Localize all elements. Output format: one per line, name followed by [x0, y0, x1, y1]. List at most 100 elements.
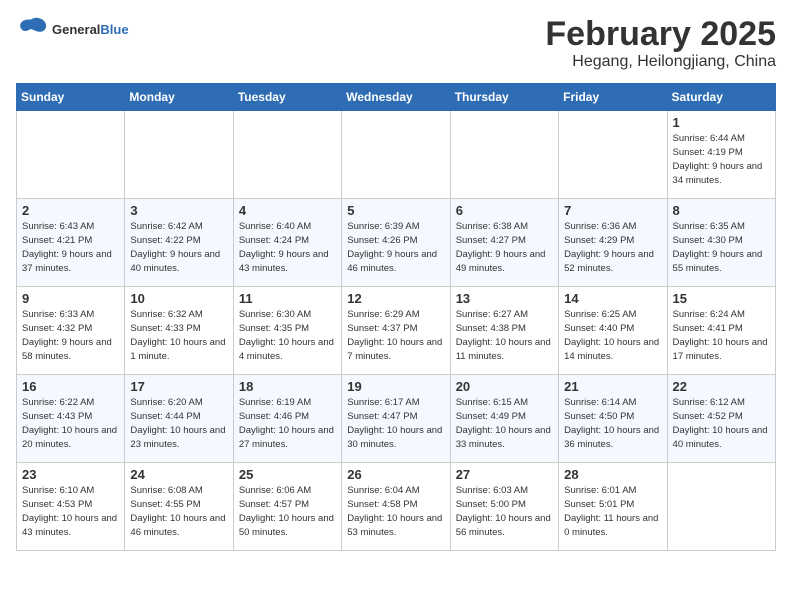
day-number: 24: [130, 467, 227, 482]
day-number: 13: [456, 291, 553, 306]
day-info: Sunrise: 6:08 AM Sunset: 4:55 PM Dayligh…: [130, 484, 227, 539]
day-info: Sunrise: 6:19 AM Sunset: 4:46 PM Dayligh…: [239, 396, 336, 451]
table-row: [17, 111, 125, 199]
day-info: Sunrise: 6:06 AM Sunset: 4:57 PM Dayligh…: [239, 484, 336, 539]
day-number: 21: [564, 379, 661, 394]
calendar-week-row: 2 Sunrise: 6:43 AM Sunset: 4:21 PM Daylig…: [17, 199, 776, 287]
day-info: Sunrise: 6:20 AM Sunset: 4:44 PM Dayligh…: [130, 396, 227, 451]
day-info: Sunrise: 6:04 AM Sunset: 4:58 PM Dayligh…: [347, 484, 444, 539]
day-info: Sunrise: 6:10 AM Sunset: 4:53 PM Dayligh…: [22, 484, 119, 539]
table-row: 15 Sunrise: 6:24 AM Sunset: 4:41 PM Dayli…: [667, 287, 775, 375]
day-number: 27: [456, 467, 553, 482]
table-row: 11Sunrise: 6:30 AM Sunset: 4:35 PM Dayli…: [233, 287, 341, 375]
calendar-table: Sunday Monday Tuesday Wednesday Thursday…: [16, 83, 776, 551]
day-number: 16: [22, 379, 119, 394]
table-row: [450, 111, 558, 199]
day-info: Sunrise: 6:35 AM Sunset: 4:30 PM Dayligh…: [673, 220, 770, 275]
day-number: 10: [130, 291, 227, 306]
day-number: 9: [22, 291, 119, 306]
table-row: 10 Sunrise: 6:32 AM Sunset: 4:33 PM Dayli…: [125, 287, 233, 375]
table-row: 22 Sunrise: 6:12 AM Sunset: 4:52 PM Dayli…: [667, 375, 775, 463]
day-info: Sunrise: 6:40 AM Sunset: 4:24 PM Dayligh…: [239, 220, 336, 275]
calendar-title: February 2025: [545, 16, 776, 53]
table-row: 1 Sunrise: 6:44 AM Sunset: 4:19 PM Daylig…: [667, 111, 775, 199]
header-friday: Friday: [559, 84, 667, 111]
calendar-title-area: February 2025 Hegang, Heilongjiang, Chin…: [545, 16, 776, 71]
table-row: 18 Sunrise: 6:19 AM Sunset: 4:46 PM Dayli…: [233, 375, 341, 463]
day-number: 8: [673, 203, 770, 218]
table-row: 21 Sunrise: 6:14 AM Sunset: 4:50 PM Dayli…: [559, 375, 667, 463]
day-number: 5: [347, 203, 444, 218]
calendar-header-row: Sunday Monday Tuesday Wednesday Thursday…: [17, 84, 776, 111]
table-row: 14 Sunrise: 6:25 AM Sunset: 4:40 PM Dayli…: [559, 287, 667, 375]
table-row: 26 Sunrise: 6:04 AM Sunset: 4:58 PM Dayli…: [342, 463, 450, 551]
day-info: Sunrise: 6:42 AM Sunset: 4:22 PM Dayligh…: [130, 220, 227, 275]
day-info: Sunrise: 6:24 AM Sunset: 4:41 PM Dayligh…: [673, 308, 770, 363]
day-number: 7: [564, 203, 661, 218]
table-row: 27 Sunrise: 6:03 AM Sunset: 5:00 PM Dayli…: [450, 463, 558, 551]
header-sunday: Sunday: [17, 84, 125, 111]
day-number: 22: [673, 379, 770, 394]
table-row: [559, 111, 667, 199]
day-number: 12: [347, 291, 444, 306]
calendar-subtitle: Hegang, Heilongjiang, China: [545, 53, 776, 71]
day-info: Sunrise: 6:29 AM Sunset: 4:37 PM Dayligh…: [347, 308, 444, 363]
table-row: [667, 463, 775, 551]
day-number: 26: [347, 467, 444, 482]
day-number: 17: [130, 379, 227, 394]
day-info: Sunrise: 6:17 AM Sunset: 4:47 PM Dayligh…: [347, 396, 444, 451]
calendar-week-row: 23Sunrise: 6:10 AM Sunset: 4:53 PM Dayli…: [17, 463, 776, 551]
table-row: 28 Sunrise: 6:01 AM Sunset: 5:01 PM Dayli…: [559, 463, 667, 551]
table-row: 20 Sunrise: 6:15 AM Sunset: 4:49 PM Dayli…: [450, 375, 558, 463]
table-row: 13 Sunrise: 6:27 AM Sunset: 4:38 PM Dayli…: [450, 287, 558, 375]
day-info: Sunrise: 6:43 AM Sunset: 4:21 PM Dayligh…: [22, 220, 119, 275]
day-number: 19: [347, 379, 444, 394]
day-info: Sunrise: 6:12 AM Sunset: 4:52 PM Dayligh…: [673, 396, 770, 451]
day-info: Sunrise: 6:32 AM Sunset: 4:33 PM Dayligh…: [130, 308, 227, 363]
day-number: 28: [564, 467, 661, 482]
table-row: 17 Sunrise: 6:20 AM Sunset: 4:44 PM Dayli…: [125, 375, 233, 463]
day-number: 6: [456, 203, 553, 218]
logo-bird-icon: [16, 16, 48, 44]
table-row: 7 Sunrise: 6:36 AM Sunset: 4:29 PM Daylig…: [559, 199, 667, 287]
logo-text: GeneralBlue: [52, 22, 129, 38]
logo: GeneralBlue: [16, 16, 129, 44]
table-row: 25 Sunrise: 6:06 AM Sunset: 4:57 PM Dayli…: [233, 463, 341, 551]
table-row: 5Sunrise: 6:39 AM Sunset: 4:26 PM Daylig…: [342, 199, 450, 287]
table-row: 2 Sunrise: 6:43 AM Sunset: 4:21 PM Daylig…: [17, 199, 125, 287]
day-info: Sunrise: 6:01 AM Sunset: 5:01 PM Dayligh…: [564, 484, 661, 539]
day-number: 25: [239, 467, 336, 482]
day-info: Sunrise: 6:38 AM Sunset: 4:27 PM Dayligh…: [456, 220, 553, 275]
table-row: 8 Sunrise: 6:35 AM Sunset: 4:30 PM Daylig…: [667, 199, 775, 287]
table-row: 4 Sunrise: 6:40 AM Sunset: 4:24 PM Daylig…: [233, 199, 341, 287]
day-number: 2: [22, 203, 119, 218]
header-thursday: Thursday: [450, 84, 558, 111]
table-row: 9Sunrise: 6:33 AM Sunset: 4:32 PM Daylig…: [17, 287, 125, 375]
table-row: 3Sunrise: 6:42 AM Sunset: 4:22 PM Daylig…: [125, 199, 233, 287]
table-row: 6 Sunrise: 6:38 AM Sunset: 4:27 PM Daylig…: [450, 199, 558, 287]
table-row: 12 Sunrise: 6:29 AM Sunset: 4:37 PM Dayli…: [342, 287, 450, 375]
day-info: Sunrise: 6:27 AM Sunset: 4:38 PM Dayligh…: [456, 308, 553, 363]
day-info: Sunrise: 6:22 AM Sunset: 4:43 PM Dayligh…: [22, 396, 119, 451]
table-row: [342, 111, 450, 199]
day-info: Sunrise: 6:14 AM Sunset: 4:50 PM Dayligh…: [564, 396, 661, 451]
day-info: Sunrise: 6:15 AM Sunset: 4:49 PM Dayligh…: [456, 396, 553, 451]
day-info: Sunrise: 6:25 AM Sunset: 4:40 PM Dayligh…: [564, 308, 661, 363]
table-row: 23Sunrise: 6:10 AM Sunset: 4:53 PM Dayli…: [17, 463, 125, 551]
day-info: Sunrise: 6:44 AM Sunset: 4:19 PM Dayligh…: [673, 132, 770, 187]
calendar-week-row: 16 Sunrise: 6:22 AM Sunset: 4:43 PM Dayli…: [17, 375, 776, 463]
table-row: 19 Sunrise: 6:17 AM Sunset: 4:47 PM Dayli…: [342, 375, 450, 463]
day-number: 18: [239, 379, 336, 394]
day-number: 14: [564, 291, 661, 306]
day-info: Sunrise: 6:36 AM Sunset: 4:29 PM Dayligh…: [564, 220, 661, 275]
day-info: Sunrise: 6:03 AM Sunset: 5:00 PM Dayligh…: [456, 484, 553, 539]
day-number: 20: [456, 379, 553, 394]
day-info: Sunrise: 6:30 AM Sunset: 4:35 PM Dayligh…: [239, 308, 336, 363]
day-number: 1: [673, 115, 770, 130]
header-monday: Monday: [125, 84, 233, 111]
day-number: 15: [673, 291, 770, 306]
day-number: 4: [239, 203, 336, 218]
table-row: [233, 111, 341, 199]
header-tuesday: Tuesday: [233, 84, 341, 111]
table-row: 16 Sunrise: 6:22 AM Sunset: 4:43 PM Dayli…: [17, 375, 125, 463]
